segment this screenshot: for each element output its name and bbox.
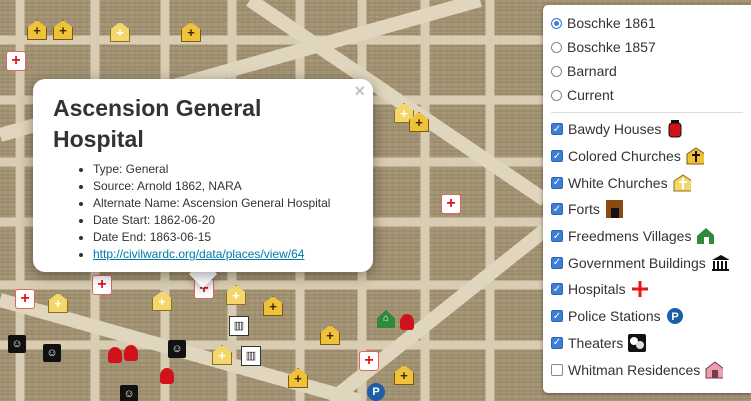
base-layer-current[interactable]: Current — [551, 83, 751, 107]
overlay-white-churches[interactable]: ✓ White Churches — [551, 169, 751, 196]
detail-source: Source: Arnold 1862, NARA — [93, 178, 353, 195]
checkbox[interactable]: ✓ — [551, 230, 563, 243]
bawdy-house-marker[interactable] — [108, 347, 122, 363]
hospital-marker[interactable]: + — [93, 276, 111, 294]
detail-alternate-name: Alternate Name: Ascension General Hospit… — [93, 195, 353, 212]
detail-date-start: Date Start: 1862-06-20 — [93, 212, 353, 229]
radio-button[interactable] — [551, 65, 562, 77]
whitman-residence-icon — [705, 360, 724, 379]
base-layer-boschke-1857[interactable]: Boschke 1857 — [551, 35, 751, 59]
freedmens-village-icon — [696, 227, 715, 245]
bawdy-house-icon — [666, 120, 684, 138]
hospital-marker[interactable]: + — [360, 352, 378, 370]
checkbox[interactable] — [551, 363, 563, 376]
close-icon[interactable]: × — [354, 81, 365, 102]
detail-type: Type: General — [93, 161, 353, 178]
bawdy-house-marker[interactable] — [160, 368, 174, 384]
overlay-label: Theaters — [568, 334, 624, 351]
bawdy-house-marker[interactable] — [124, 345, 138, 361]
overlay-label: Forts — [568, 201, 600, 218]
checkbox[interactable]: ✓ — [551, 150, 563, 163]
white-church-icon — [673, 174, 691, 192]
hospital-marker[interactable]: + — [7, 52, 25, 70]
checkbox[interactable]: ✓ — [551, 283, 563, 296]
government-building-marker[interactable]: ▥ — [229, 316, 249, 336]
overlay-police-stations[interactable]: ✓ Police Stations P — [551, 303, 751, 330]
overlay-colored-churches[interactable]: ✓ Colored Churches — [551, 143, 751, 170]
overlay-label: Government Buildings — [568, 254, 706, 271]
checkbox[interactable]: ✓ — [551, 123, 563, 136]
fort-icon — [605, 200, 623, 219]
layer-separator — [551, 112, 743, 113]
overlay-freedmens-villages[interactable]: ✓ Freedmens Villages — [551, 223, 751, 250]
popup-title: Ascension General Hospital — [53, 95, 262, 152]
overlay-whitman-residences[interactable]: Whitman Residences — [551, 356, 751, 383]
checkbox[interactable]: ✓ — [551, 336, 563, 349]
overlay-label: Hospitals — [568, 281, 626, 298]
police-station-icon: P — [666, 307, 684, 325]
overlay-label: Whitman Residences — [568, 361, 701, 378]
overlay-hospitals[interactable]: ✓ Hospitals — [551, 276, 751, 303]
popup-details: Type: General Source: Arnold 1862, NARA … — [53, 161, 353, 263]
government-building-marker[interactable]: ▥ — [241, 346, 261, 366]
detail-link-item: http://civilwardc.org/data/places/view/6… — [93, 246, 353, 263]
checkbox[interactable]: ✓ — [551, 176, 563, 189]
overlay-label: Bawdy Houses — [568, 121, 662, 138]
police-station-marker[interactable]: P — [367, 383, 385, 401]
base-layer-label: Boschke 1861 — [567, 15, 656, 31]
hospital-icon — [631, 280, 649, 298]
overlay-label: White Churches — [568, 174, 668, 191]
base-layer-boschke-1861[interactable]: Boschke 1861 — [551, 11, 751, 35]
checkbox[interactable]: ✓ — [551, 256, 563, 269]
overlay-label: Colored Churches — [568, 148, 681, 165]
checkbox[interactable]: ✓ — [551, 203, 563, 216]
overlay-theaters[interactable]: ✓ Theaters — [551, 330, 751, 357]
radio-button[interactable] — [551, 17, 562, 29]
place-link[interactable]: http://civilwardc.org/data/places/view/6… — [93, 247, 304, 261]
hospital-marker[interactable]: + — [442, 195, 460, 213]
place-popup: × Ascension General Hospital Type: Gener… — [33, 79, 373, 272]
base-layer-label: Current — [567, 87, 614, 103]
government-building-icon — [711, 254, 729, 272]
base-layer-barnard[interactable]: Barnard — [551, 59, 751, 83]
base-layer-label: Barnard — [567, 63, 617, 79]
svg-text:P: P — [671, 311, 678, 323]
theater-marker[interactable]: ☺ — [8, 335, 26, 353]
base-layer-label: Boschke 1857 — [567, 39, 656, 55]
radio-button[interactable] — [551, 41, 562, 53]
overlay-label: Freedmens Villages — [568, 228, 692, 245]
overlay-forts[interactable]: ✓ Forts — [551, 196, 751, 223]
colored-church-icon — [686, 147, 704, 165]
theater-icon — [628, 333, 647, 352]
overlay-government-buildings[interactable]: ✓ Government Buildings — [551, 249, 751, 276]
theater-marker[interactable]: ☺ — [43, 344, 61, 362]
bawdy-house-marker[interactable] — [400, 314, 414, 330]
overlay-label: Police Stations — [568, 308, 661, 325]
layer-control: Boschke 1861 Boschke 1857 Barnard Curren… — [543, 5, 751, 393]
hospital-marker[interactable]: + — [16, 290, 34, 308]
checkbox[interactable]: ✓ — [551, 310, 563, 323]
theater-marker[interactable]: ☺ — [120, 385, 138, 401]
radio-button[interactable] — [551, 89, 562, 101]
theater-marker[interactable]: ☺ — [168, 340, 186, 358]
detail-date-end: Date End: 1863-06-15 — [93, 229, 353, 246]
overlay-bawdy-houses[interactable]: ✓ Bawdy Houses — [551, 116, 751, 143]
